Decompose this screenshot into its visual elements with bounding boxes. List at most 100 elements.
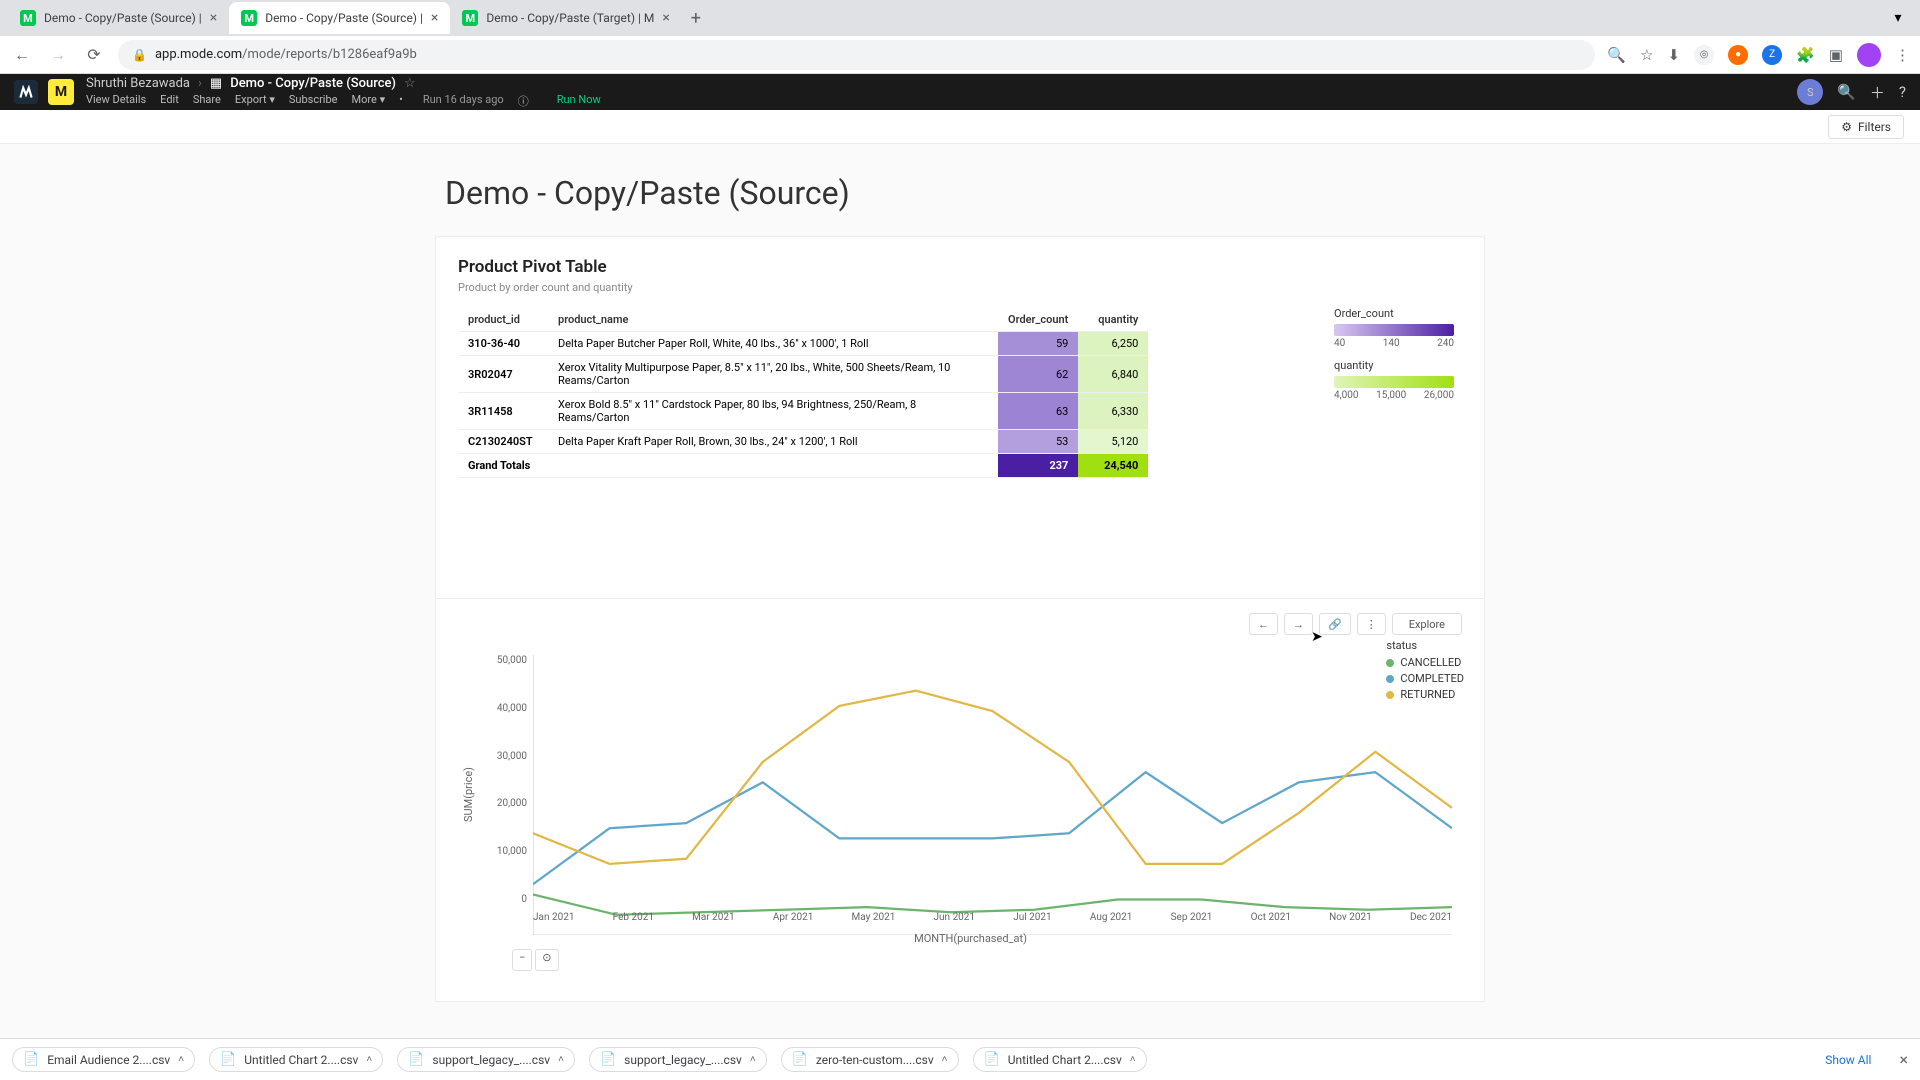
- browser-tab[interactable]: M Demo - Copy/Paste (Target) | M ×: [450, 2, 681, 34]
- report-name[interactable]: Demo - Copy/Paste (Source): [230, 76, 396, 91]
- pivot-table-widget: Product Pivot Table Product by order cou…: [436, 237, 1484, 599]
- browser-tab[interactable]: M Demo - Copy/Paste (Source) | ×: [8, 2, 229, 34]
- chart-series-line[interactable]: [533, 772, 1452, 884]
- chart-area[interactable]: SUM(price) 50,00040,00030,00020,00010,00…: [458, 645, 1462, 945]
- info-icon[interactable]: ⓘ: [518, 93, 529, 109]
- user-avatar[interactable]: S: [1797, 79, 1823, 105]
- breadcrumb-user[interactable]: Shruthi Bezawada: [86, 76, 190, 91]
- legend-item[interactable]: RETURNED: [1386, 688, 1464, 701]
- add-icon[interactable]: ＋: [1870, 82, 1885, 103]
- chevron-up-icon[interactable]: ˄: [750, 1054, 756, 1065]
- menu-subscribe[interactable]: Subscribe: [289, 93, 338, 109]
- col-header[interactable]: Order_count: [998, 308, 1078, 332]
- download-item[interactable]: 📄Untitled Chart 2....csv˄: [973, 1047, 1147, 1072]
- col-header[interactable]: product_id: [458, 308, 548, 332]
- download-item[interactable]: 📄Untitled Chart 2....csv˄: [209, 1047, 383, 1072]
- download-item[interactable]: 📄Email Audience 2....csv˄: [12, 1047, 195, 1072]
- download-icon[interactable]: ⬇: [1668, 46, 1681, 64]
- extensions-icon[interactable]: 🧩: [1796, 46, 1815, 64]
- x-tick: Feb 2021: [613, 912, 654, 923]
- menu-view-details[interactable]: View Details: [86, 93, 146, 109]
- menu-more[interactable]: More ▾: [352, 93, 386, 109]
- app-logo-icon[interactable]: [14, 80, 38, 104]
- link-button[interactable]: 🔗: [1319, 613, 1351, 635]
- grand-total-row: Grand Totals23724,540: [458, 454, 1148, 478]
- report-menu-bar: View Details Edit Share Export ▾ Subscri…: [86, 93, 601, 109]
- chart-legend: status CANCELLED COMPLETED RETURNED: [1386, 639, 1464, 704]
- legend-title: status: [1386, 639, 1464, 652]
- run-timestamp: Run 16 days ago: [423, 93, 504, 109]
- zoom-controls: − ⊙: [458, 945, 1462, 971]
- reload-button[interactable]: ⟳: [82, 43, 106, 67]
- tab-overflow-icon[interactable]: ▾: [1884, 4, 1912, 32]
- chevron-up-icon[interactable]: ˄: [1130, 1054, 1136, 1065]
- star-icon[interactable]: ☆: [404, 76, 416, 91]
- table-row[interactable]: 3R11458Xerox Bold 8.5" x 11" Cardstock P…: [458, 393, 1148, 430]
- run-now-button[interactable]: Run Now: [557, 93, 601, 109]
- menu-share[interactable]: Share: [193, 93, 221, 109]
- table-header: product_id product_name Order_count quan…: [458, 308, 1148, 332]
- extension-icon[interactable]: ◎: [1694, 45, 1714, 65]
- panel-icon[interactable]: ▣: [1829, 46, 1843, 64]
- redo-button[interactable]: →: [1284, 613, 1313, 635]
- legend-dot-icon: [1386, 675, 1394, 683]
- show-all-button[interactable]: Show All: [1825, 1053, 1871, 1067]
- forward-button[interactable]: →: [46, 43, 70, 67]
- tab-close-icon[interactable]: ×: [431, 10, 438, 26]
- col-header[interactable]: product_name: [548, 308, 998, 332]
- close-downloads-icon[interactable]: ×: [1899, 1050, 1908, 1069]
- download-filename: Untitled Chart 2....csv: [1008, 1053, 1122, 1067]
- table-row[interactable]: 310-36-40Delta Paper Butcher Paper Roll,…: [458, 332, 1148, 356]
- tab-close-icon[interactable]: ×: [662, 10, 669, 26]
- menu-edit[interactable]: Edit: [160, 93, 179, 109]
- col-header[interactable]: quantity: [1078, 308, 1148, 332]
- chrome-toolbar-icons: 🔍 ☆ ⬇ ◎ ● Z 🧩 ▣ ⋮: [1607, 43, 1910, 67]
- more-options-button[interactable]: ⋮: [1357, 613, 1386, 635]
- legend-gradient: [1334, 376, 1454, 388]
- extension-icon[interactable]: Z: [1762, 45, 1782, 65]
- chevron-up-icon[interactable]: ˄: [366, 1054, 372, 1065]
- search-icon[interactable]: 🔍: [1837, 83, 1856, 101]
- filters-button[interactable]: ⚙ Filters: [1828, 115, 1904, 139]
- y-tick: 0: [479, 894, 527, 905]
- help-icon[interactable]: ?: [1899, 83, 1906, 101]
- download-item[interactable]: 📄support_legacy_....csv˄: [589, 1047, 767, 1072]
- zoom-icon[interactable]: 🔍: [1607, 46, 1626, 64]
- legend-tick: 15,000: [1376, 390, 1406, 401]
- legend-text: RETURNED: [1400, 688, 1455, 701]
- legend-item[interactable]: COMPLETED: [1386, 672, 1464, 685]
- new-tab-button[interactable]: +: [682, 4, 710, 32]
- legend-tick: 140: [1383, 338, 1400, 349]
- menu-export[interactable]: Export ▾: [235, 93, 275, 109]
- menu-icon[interactable]: ⋮: [1895, 46, 1910, 64]
- cell-id: 3R11458: [458, 393, 548, 430]
- back-button[interactable]: ←: [10, 43, 34, 67]
- zoom-out-button[interactable]: −: [512, 949, 532, 971]
- table-row[interactable]: C2130240STDelta Paper Kraft Paper Roll, …: [458, 430, 1148, 454]
- undo-button[interactable]: ←: [1249, 613, 1278, 635]
- download-item[interactable]: 📄support_legacy_....csv˄: [397, 1047, 575, 1072]
- explore-button[interactable]: Explore: [1392, 613, 1462, 635]
- chart-toolbar: ← → 🔗 ⋮ Explore: [458, 609, 1462, 645]
- legend-item[interactable]: CANCELLED: [1386, 656, 1464, 669]
- workspace-badge[interactable]: M: [48, 79, 74, 105]
- zoom-reset-button[interactable]: ⊙: [535, 949, 558, 971]
- report-body: Demo - Copy/Paste (Source) Product Pivot…: [0, 144, 1920, 1002]
- bookmark-icon[interactable]: ☆: [1640, 46, 1653, 64]
- download-item[interactable]: 📄zero-ten-custom....csv˄: [781, 1047, 959, 1072]
- cell-order-count: 53: [998, 430, 1078, 454]
- cell-quantity: 6,840: [1078, 356, 1148, 393]
- chart-plot[interactable]: [533, 655, 1452, 935]
- extension-icon[interactable]: ●: [1728, 45, 1748, 65]
- chevron-up-icon[interactable]: ˄: [942, 1054, 948, 1065]
- lock-icon: 🔒: [132, 48, 147, 62]
- chevron-up-icon[interactable]: ˄: [178, 1054, 184, 1065]
- address-bar[interactable]: 🔒 app.mode.com/mode/reports/b1286eaf9a9b: [118, 40, 1595, 70]
- legend-tick: 26,000: [1424, 390, 1454, 401]
- cell-quantity: 5,120: [1078, 430, 1148, 454]
- browser-tab[interactable]: M Demo - Copy/Paste (Source) | ×: [229, 2, 450, 34]
- chevron-up-icon[interactable]: ˄: [558, 1054, 564, 1065]
- profile-avatar[interactable]: [1857, 43, 1881, 67]
- table-row[interactable]: 3R02047Xerox Vitality Multipurpose Paper…: [458, 356, 1148, 393]
- tab-close-icon[interactable]: ×: [210, 10, 217, 26]
